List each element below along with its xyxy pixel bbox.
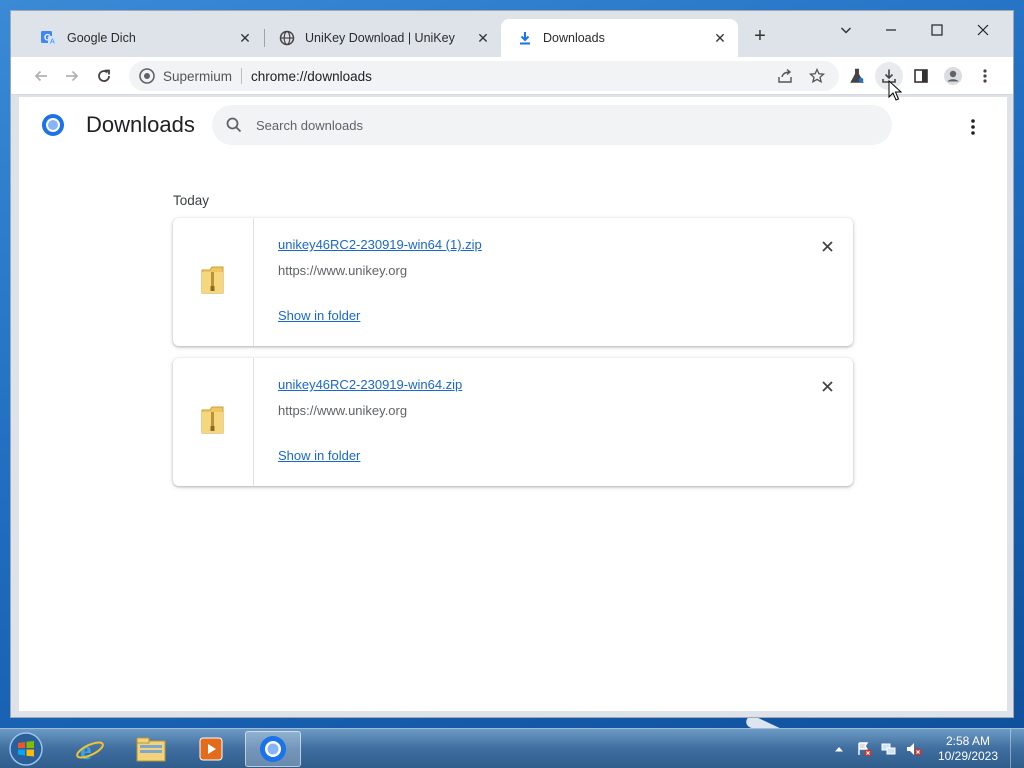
supermium-logo-icon bbox=[41, 113, 65, 137]
tab-strip: GA Google Dich ✕ UniKey Download | UniKe… bbox=[11, 11, 1013, 57]
flask-icon bbox=[850, 68, 864, 83]
new-tab-button[interactable]: + bbox=[748, 25, 772, 49]
supermium-icon bbox=[260, 736, 286, 762]
show-in-folder-link[interactable]: Show in folder bbox=[278, 308, 360, 323]
taskbar-supermium[interactable] bbox=[245, 731, 301, 767]
browser-window: GA Google Dich ✕ UniKey Download | UniKe… bbox=[10, 10, 1014, 718]
show-hidden-icons-button[interactable] bbox=[828, 738, 850, 760]
browser-menu-button[interactable] bbox=[971, 62, 999, 90]
search-bar[interactable] bbox=[212, 105, 892, 145]
tab-title: Downloads bbox=[543, 31, 605, 45]
search-icon bbox=[224, 115, 244, 135]
download-file-link[interactable]: unikey46RC2-230919-win64 (1).zip bbox=[278, 237, 482, 252]
download-source-url: https://www.unikey.org bbox=[278, 263, 408, 278]
google-translate-icon: GA bbox=[41, 30, 57, 46]
zip-folder-icon bbox=[199, 264, 227, 301]
show-in-folder-link[interactable]: Show in folder bbox=[278, 448, 360, 463]
volume-muted-icon[interactable] bbox=[903, 738, 925, 760]
file-icon-column bbox=[173, 218, 254, 346]
url-text: chrome://downloads bbox=[251, 68, 372, 84]
media-player-icon bbox=[199, 737, 223, 761]
labs-button[interactable] bbox=[843, 62, 871, 90]
forward-button[interactable] bbox=[58, 62, 86, 90]
share-button[interactable] bbox=[771, 62, 799, 90]
reload-button[interactable] bbox=[90, 62, 118, 90]
side-panel-button[interactable] bbox=[907, 62, 935, 90]
tab-google-dich[interactable]: GA Google Dich ✕ bbox=[25, 19, 263, 57]
more-vert-icon bbox=[971, 119, 975, 135]
close-icon[interactable]: ✕ bbox=[712, 30, 728, 46]
network-icon[interactable] bbox=[878, 738, 900, 760]
clock[interactable]: 2:58 AM 10/29/2023 bbox=[928, 734, 1008, 764]
tab-downloads[interactable]: Downloads ✕ bbox=[501, 19, 738, 57]
maximize-icon bbox=[931, 24, 943, 36]
taskbar-internet-explorer[interactable]: e bbox=[62, 731, 118, 767]
divider bbox=[241, 68, 243, 84]
download-icon bbox=[517, 30, 533, 46]
tab-search-button[interactable] bbox=[826, 17, 866, 47]
downloads-page: Downloads Today unikey46RC2-230919-win64… bbox=[19, 97, 1007, 711]
chevron-down-icon bbox=[840, 27, 852, 34]
remove-download-button[interactable] bbox=[817, 376, 837, 396]
clock-time: 2:58 AM bbox=[945, 734, 991, 748]
arrow-left-icon bbox=[34, 70, 47, 82]
tab-unikey-download[interactable]: UniKey Download | UniKey ✕ bbox=[263, 19, 501, 57]
close-icon bbox=[821, 240, 833, 252]
svg-text:A: A bbox=[50, 39, 55, 46]
address-bar[interactable]: Supermium chrome://downloads bbox=[129, 61, 839, 91]
close-icon bbox=[821, 380, 833, 392]
minimize-button[interactable] bbox=[871, 17, 911, 47]
zip-folder-icon bbox=[199, 404, 227, 441]
avatar-icon bbox=[944, 67, 962, 85]
maximize-button[interactable] bbox=[917, 17, 957, 47]
start-button[interactable] bbox=[6, 730, 46, 768]
back-button[interactable] bbox=[27, 62, 55, 90]
taskbar: e 2:58 AM 10/29/2023 bbox=[0, 728, 1024, 768]
close-icon[interactable]: ✕ bbox=[475, 30, 491, 46]
arrow-right-icon bbox=[66, 70, 79, 82]
system-tray: 2:58 AM 10/29/2023 bbox=[828, 729, 1024, 768]
chevron-up-icon bbox=[835, 747, 843, 752]
browser-toolbar: Supermium chrome://downloads bbox=[11, 57, 1013, 95]
download-item: unikey46RC2-230919-win64.zip https://www… bbox=[173, 358, 853, 486]
internet-explorer-icon: e bbox=[76, 736, 104, 764]
share-icon bbox=[778, 68, 792, 83]
download-source-url: https://www.unikey.org bbox=[278, 403, 408, 418]
date-heading: Today bbox=[173, 193, 210, 208]
show-desktop-button[interactable] bbox=[1010, 729, 1024, 768]
file-explorer-icon bbox=[136, 737, 166, 762]
tab-title: UniKey Download | UniKey bbox=[305, 31, 455, 45]
taskbar-media-player[interactable] bbox=[183, 731, 239, 767]
side-panel-icon bbox=[914, 69, 928, 83]
windows-logo-icon bbox=[9, 732, 43, 766]
supermium-icon bbox=[139, 68, 155, 84]
download-item: unikey46RC2-230919-win64 (1).zip https:/… bbox=[173, 218, 853, 346]
close-window-button[interactable] bbox=[963, 17, 1003, 47]
reload-icon bbox=[98, 69, 110, 82]
star-icon bbox=[809, 68, 825, 84]
close-icon bbox=[977, 24, 989, 36]
tab-title: Google Dich bbox=[67, 31, 136, 45]
bookmark-button[interactable] bbox=[803, 62, 831, 90]
minimize-icon bbox=[886, 29, 896, 31]
page-header: Downloads bbox=[19, 97, 1007, 155]
taskbar-file-explorer[interactable] bbox=[123, 731, 179, 767]
close-icon[interactable]: ✕ bbox=[237, 30, 253, 46]
action-center-icon[interactable] bbox=[853, 738, 875, 760]
clock-date: 10/29/2023 bbox=[937, 749, 999, 763]
profile-button[interactable] bbox=[939, 62, 967, 90]
more-vert-icon bbox=[983, 69, 987, 83]
page-menu-button[interactable] bbox=[961, 115, 985, 139]
site-name: Supermium bbox=[163, 68, 233, 84]
remove-download-button[interactable] bbox=[817, 236, 837, 256]
globe-icon bbox=[279, 30, 295, 46]
search-input[interactable] bbox=[256, 117, 856, 133]
mouse-cursor-icon bbox=[888, 79, 903, 102]
page-title: Downloads bbox=[86, 112, 195, 137]
download-file-link[interactable]: unikey46RC2-230919-win64.zip bbox=[278, 377, 462, 392]
file-icon-column bbox=[173, 358, 254, 486]
